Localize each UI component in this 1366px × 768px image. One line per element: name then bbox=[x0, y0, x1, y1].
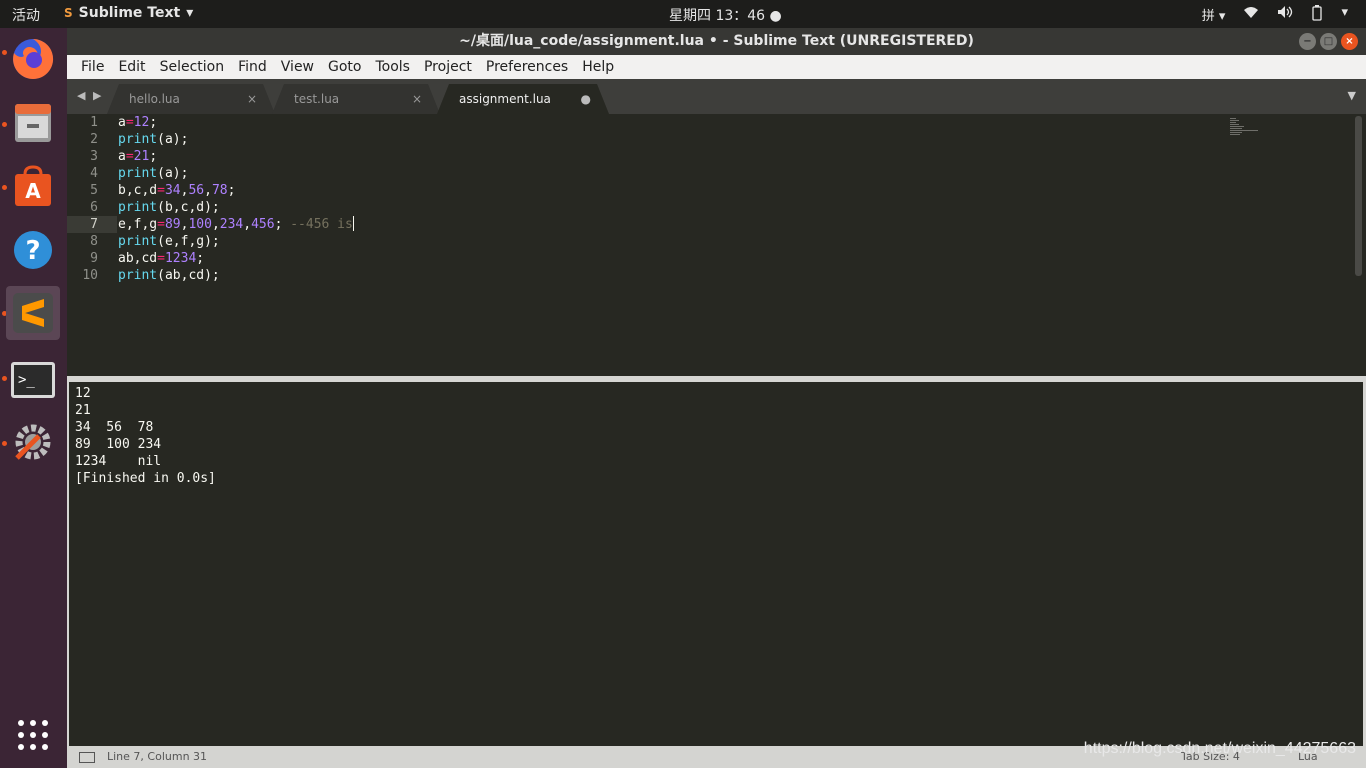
build-output-panel[interactable]: 12 21 34 56 78 89 100 234 1234 nil [Fini… bbox=[67, 382, 1366, 746]
line-number: 9 bbox=[90, 251, 98, 266]
minimize-button[interactable]: − bbox=[1299, 33, 1316, 50]
output-line: 1234 nil bbox=[75, 454, 162, 469]
line-number: 2 bbox=[90, 132, 98, 147]
svg-text:?: ? bbox=[25, 236, 40, 266]
show-applications-icon[interactable] bbox=[6, 708, 60, 762]
line-number: 1 bbox=[90, 115, 98, 130]
input-method-indicator[interactable]: 拼 ▾ bbox=[1202, 5, 1226, 25]
tab-nav-arrows-icon[interactable]: ◀ ▶ bbox=[77, 89, 103, 102]
code-editor[interactable]: 1 a=12; 2 print(a); 3 a=21; 4 print(a); 5 b,c… bbox=[67, 114, 1366, 376]
code-line[interactable]: print(e,f,g); bbox=[118, 233, 220, 250]
minimap[interactable] bbox=[1230, 118, 1258, 136]
app-name: Sublime Text bbox=[78, 5, 181, 21]
code-line[interactable]: b,c,d=34,56,78; bbox=[118, 182, 235, 199]
line-number: 6 bbox=[90, 200, 98, 215]
code-line[interactable]: e,f,g=89,100,234,456; --456 is bbox=[118, 216, 354, 233]
chevron-down-icon: ▾ bbox=[186, 5, 194, 21]
line-number: 3 bbox=[90, 149, 98, 164]
line-number: 7 bbox=[90, 217, 98, 232]
menu-edit[interactable]: Edit bbox=[111, 59, 152, 75]
cursor-position: Line 7, Column 31 bbox=[107, 750, 208, 763]
code-line[interactable]: print(ab,cd); bbox=[118, 267, 220, 284]
code-line[interactable]: a=12; bbox=[118, 114, 157, 131]
output-line: 89 100 234 bbox=[75, 437, 162, 452]
tab-bar: ◀ ▶ hello.lua × test.lua × assignment.lu… bbox=[67, 79, 1366, 114]
tab-label: test.lua bbox=[294, 92, 340, 106]
sublime-window: ~/桌面/lua_code/assignment.lua • - Sublime… bbox=[67, 28, 1366, 768]
volume-icon[interactable] bbox=[1277, 5, 1293, 25]
help-icon[interactable]: ? bbox=[6, 223, 60, 277]
dock: A ? >_ bbox=[0, 28, 67, 768]
code-line[interactable]: a=21; bbox=[118, 148, 157, 165]
tab-hello-lua[interactable]: hello.lua × bbox=[107, 84, 275, 114]
system-tray[interactable]: 拼 ▾ ▾ bbox=[1202, 5, 1348, 25]
svg-text:>_: >_ bbox=[18, 372, 35, 388]
window-title: ~/桌面/lua_code/assignment.lua • - Sublime… bbox=[459, 33, 974, 49]
clock[interactable]: 星期四 13：46 ● bbox=[669, 5, 782, 25]
tab-list-dropdown-icon[interactable]: ▼ bbox=[1348, 89, 1356, 102]
tab-label: hello.lua bbox=[129, 92, 180, 106]
activities-button[interactable]: 活动 bbox=[12, 5, 40, 25]
menu-help[interactable]: Help bbox=[575, 59, 621, 75]
tab-label: assignment.lua bbox=[459, 92, 551, 106]
menu-project[interactable]: Project bbox=[417, 59, 479, 75]
close-button[interactable]: × bbox=[1341, 33, 1358, 50]
watermark: https://blog.csdn.net/weixin_44275663 bbox=[1083, 740, 1356, 757]
vertical-scrollbar[interactable] bbox=[1355, 116, 1362, 276]
line-number: 5 bbox=[90, 183, 98, 198]
line-number: 10 bbox=[82, 268, 98, 283]
maximize-button[interactable]: □ bbox=[1320, 33, 1337, 50]
app-menu[interactable]: S Sublime Text ▾ bbox=[64, 5, 193, 21]
menu-find[interactable]: Find bbox=[231, 59, 274, 75]
code-line[interactable]: print(a); bbox=[118, 165, 188, 182]
tab-close-icon[interactable]: × bbox=[247, 84, 257, 114]
wifi-icon[interactable] bbox=[1243, 5, 1259, 25]
menu-bar: File Edit Selection Find View Goto Tools… bbox=[67, 55, 1366, 79]
show-panel-icon[interactable] bbox=[79, 752, 95, 763]
output-line: 21 bbox=[75, 403, 91, 418]
battery-icon[interactable] bbox=[1311, 5, 1323, 25]
output-line: 34 56 78 bbox=[75, 420, 154, 435]
terminal-icon[interactable]: >_ bbox=[6, 353, 60, 407]
menu-tools[interactable]: Tools bbox=[368, 59, 417, 75]
menu-preferences[interactable]: Preferences bbox=[479, 59, 575, 75]
tab-close-icon[interactable]: × bbox=[412, 84, 422, 114]
system-menu-chevron-icon[interactable]: ▾ bbox=[1341, 5, 1348, 25]
code-line[interactable]: ab,cd=1234; bbox=[118, 250, 204, 267]
unsaved-dot-icon[interactable]: ● bbox=[581, 84, 591, 114]
line-number: 8 bbox=[90, 234, 98, 249]
code-line[interactable]: print(b,c,d); bbox=[118, 199, 220, 216]
code-line[interactable]: print(a); bbox=[118, 131, 188, 148]
files-icon[interactable] bbox=[6, 95, 60, 149]
window-titlebar[interactable]: ~/桌面/lua_code/assignment.lua • - Sublime… bbox=[67, 28, 1366, 55]
menu-selection[interactable]: Selection bbox=[153, 59, 232, 75]
output-line: 12 bbox=[75, 386, 91, 401]
settings-icon[interactable] bbox=[6, 415, 60, 469]
tab-assignment-lua[interactable]: assignment.lua ● bbox=[437, 84, 609, 114]
top-panel: 活动 S Sublime Text ▾ 星期四 13：46 ● 拼 ▾ ▾ bbox=[0, 0, 1366, 28]
svg-text:A: A bbox=[25, 179, 41, 203]
output-line: [Finished in 0.0s] bbox=[75, 471, 216, 486]
sublime-text-icon[interactable] bbox=[6, 286, 60, 340]
sublime-icon: S bbox=[64, 6, 73, 20]
line-number: 4 bbox=[90, 166, 98, 181]
menu-file[interactable]: File bbox=[74, 59, 111, 75]
menu-goto[interactable]: Goto bbox=[321, 59, 368, 75]
menu-view[interactable]: View bbox=[274, 59, 321, 75]
firefox-icon[interactable] bbox=[6, 32, 60, 86]
text-caret bbox=[352, 216, 354, 231]
software-center-icon[interactable]: A bbox=[6, 159, 60, 213]
tab-test-lua[interactable]: test.lua × bbox=[272, 84, 440, 114]
